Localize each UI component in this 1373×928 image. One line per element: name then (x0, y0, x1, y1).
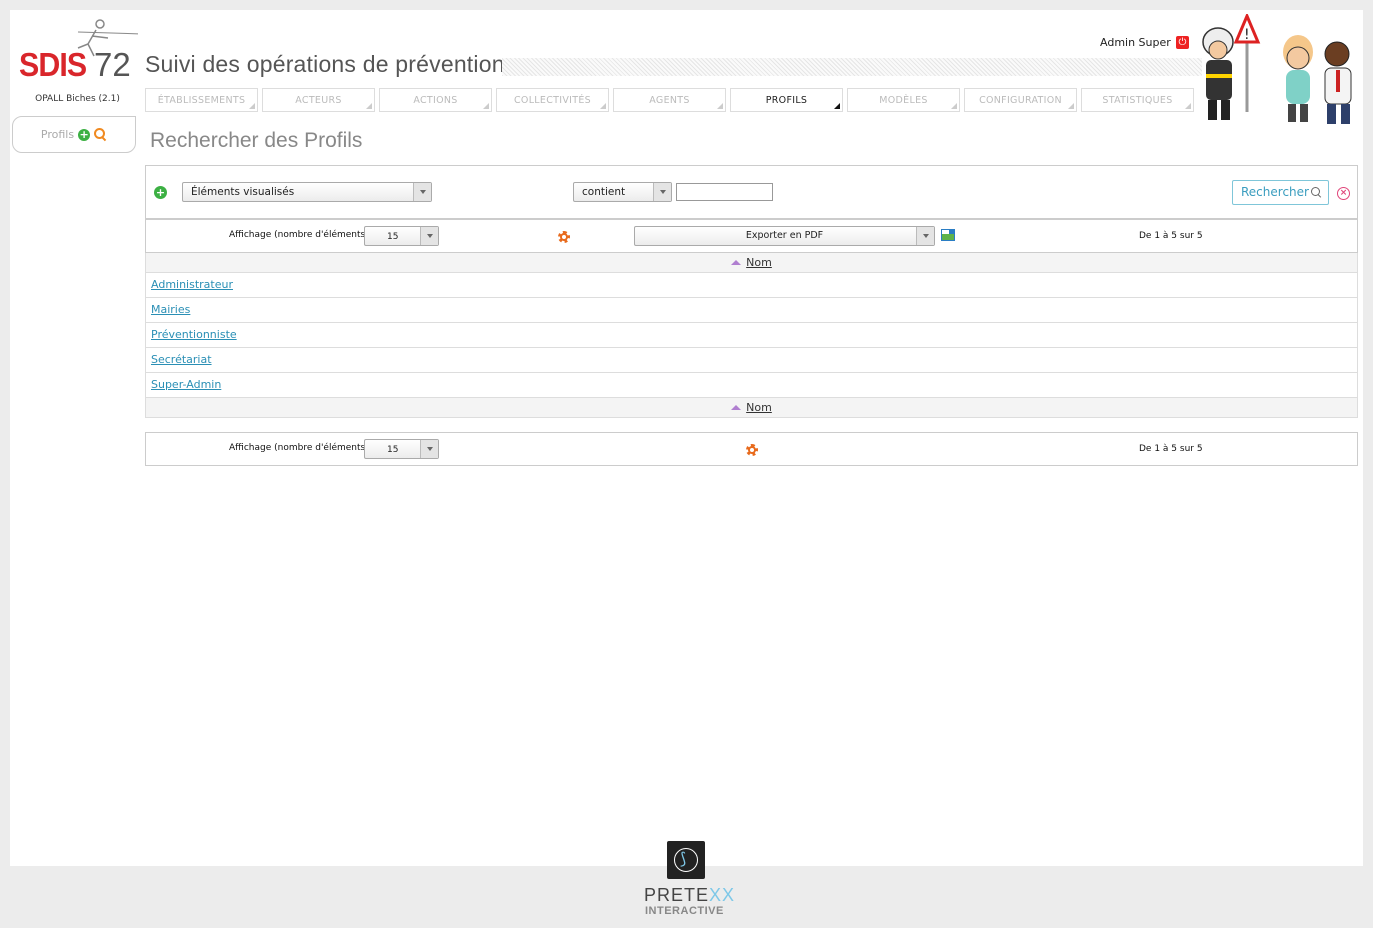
profile-link[interactable]: Préventionniste (151, 328, 237, 341)
sdis-logo[interactable]: SDIS 72 (18, 14, 138, 86)
nav-tab-agents[interactable]: AGENTS (613, 88, 726, 112)
page-size-select[interactable]: 15 (364, 439, 439, 459)
main-nav: ÉTABLISSEMENTS ACTEURS ACTIONS COLLECTIV… (145, 88, 1194, 112)
page-size-label: Affichage (nombre d'éléments) (229, 443, 369, 453)
search-icon (1311, 187, 1322, 198)
chevron-down-icon (916, 227, 934, 245)
logout-power-icon[interactable]: ⏻ (1176, 36, 1189, 49)
nav-tab-etablissements[interactable]: ÉTABLISSEMENTS (145, 88, 258, 112)
nav-tab-statistiques[interactable]: STATISTIQUES (1081, 88, 1194, 112)
sort-asc-icon (731, 405, 742, 410)
nav-tab-actions[interactable]: ACTIONS (379, 88, 492, 112)
gear-icon[interactable] (744, 442, 760, 458)
search-button[interactable]: Rechercher (1232, 180, 1329, 205)
nav-tab-configuration[interactable]: CONFIGURATION (964, 88, 1077, 112)
footer-brand-main: PRETE (644, 885, 710, 905)
page-size-value: 15 (387, 232, 399, 242)
table-header[interactable]: Nom (145, 253, 1358, 273)
pretexx-logo-icon[interactable] (667, 841, 705, 879)
logo-text: SDIS (19, 46, 87, 83)
filter-field-select[interactable]: Éléments visualisés (182, 182, 432, 202)
title-decoration (502, 58, 1202, 76)
filter-panel: + Éléments visualisés contient Recherche… (145, 165, 1358, 219)
svg-text:!: ! (1244, 27, 1250, 43)
column-header-nom[interactable]: Nom (746, 256, 772, 269)
chevron-down-icon (413, 183, 431, 201)
chevron-down-icon (653, 183, 671, 201)
filter-field-value: Éléments visualisés (191, 186, 295, 198)
list-toolbar-top: Affichage (nombre d'éléments) 15 Exporte… (145, 219, 1358, 253)
profile-link[interactable]: Secrétariat (151, 353, 212, 366)
export-format-value: Exporter en PDF (745, 230, 824, 241)
page-title: Rechercher des Profils (150, 129, 363, 152)
table-row: Secrétariat (145, 348, 1358, 373)
export-icon[interactable] (941, 229, 955, 241)
table-footer-header[interactable]: Nom (145, 398, 1358, 418)
profile-link[interactable]: Mairies (151, 303, 190, 316)
chevron-down-icon (420, 440, 438, 458)
clear-filter-icon[interactable]: × (1337, 187, 1350, 200)
profile-link[interactable]: Administrateur (151, 278, 233, 291)
sort-asc-icon (731, 260, 742, 265)
page-container: SDIS 72 OPALL Biches (2.1) Profils + Sui… (10, 10, 1363, 866)
search-profile-icon[interactable] (94, 128, 107, 141)
profiles-table: Nom Administrateur Mairies Préventionnis… (145, 253, 1358, 418)
nav-tab-collectivites[interactable]: COLLECTIVITÉS (496, 88, 609, 112)
profile-link[interactable]: Super-Admin (151, 378, 221, 391)
app-title: Suivi des opérations de prévention (145, 51, 505, 77)
filter-operator-value: contient (582, 186, 626, 198)
list-toolbar-bottom: Affichage (nombre d'éléments) 15 De 1 à … (145, 432, 1358, 466)
footer-subtitle: INTERACTIVE (645, 905, 724, 917)
user-name[interactable]: Admin Super (1100, 36, 1171, 49)
add-profile-icon[interactable]: + (78, 128, 91, 141)
page-size-label: Affichage (nombre d'éléments) (229, 230, 369, 240)
footer-brand-xx: XX (709, 885, 736, 905)
mascots-illustration: ! (1202, 14, 1352, 124)
pagination-range: De 1 à 5 sur 5 (1139, 231, 1203, 241)
gear-icon[interactable] (556, 229, 572, 245)
footer-brand[interactable]: PRETEXX (644, 885, 735, 906)
filter-value-input[interactable] (676, 183, 773, 201)
page-size-select[interactable]: 15 (364, 226, 439, 246)
chevron-down-icon (420, 227, 438, 245)
column-footer-nom[interactable]: Nom (746, 401, 772, 414)
table-row: Préventionniste (145, 323, 1358, 348)
page-size-value: 15 (387, 445, 399, 455)
nav-tab-profils[interactable]: PROFILS (730, 88, 843, 112)
pagination-range: De 1 à 5 sur 5 (1139, 444, 1203, 454)
logo-number: 72 (94, 46, 131, 83)
table-row: Mairies (145, 298, 1358, 323)
add-filter-icon[interactable]: + (154, 186, 167, 199)
table-row: Super-Admin (145, 373, 1358, 398)
app-version: OPALL Biches (2.1) (35, 94, 120, 104)
sidebar-tab-label: Profils (40, 128, 75, 141)
export-format-select[interactable]: Exporter en PDF (634, 226, 935, 246)
search-button-label: Rechercher (1241, 185, 1309, 199)
table-row: Administrateur (145, 273, 1358, 298)
sidebar-tab-profils[interactable]: Profils + (12, 116, 136, 153)
filter-operator-select[interactable]: contient (573, 182, 672, 202)
nav-tab-acteurs[interactable]: ACTEURS (262, 88, 375, 112)
nav-tab-modeles[interactable]: MODÈLES (847, 88, 960, 112)
